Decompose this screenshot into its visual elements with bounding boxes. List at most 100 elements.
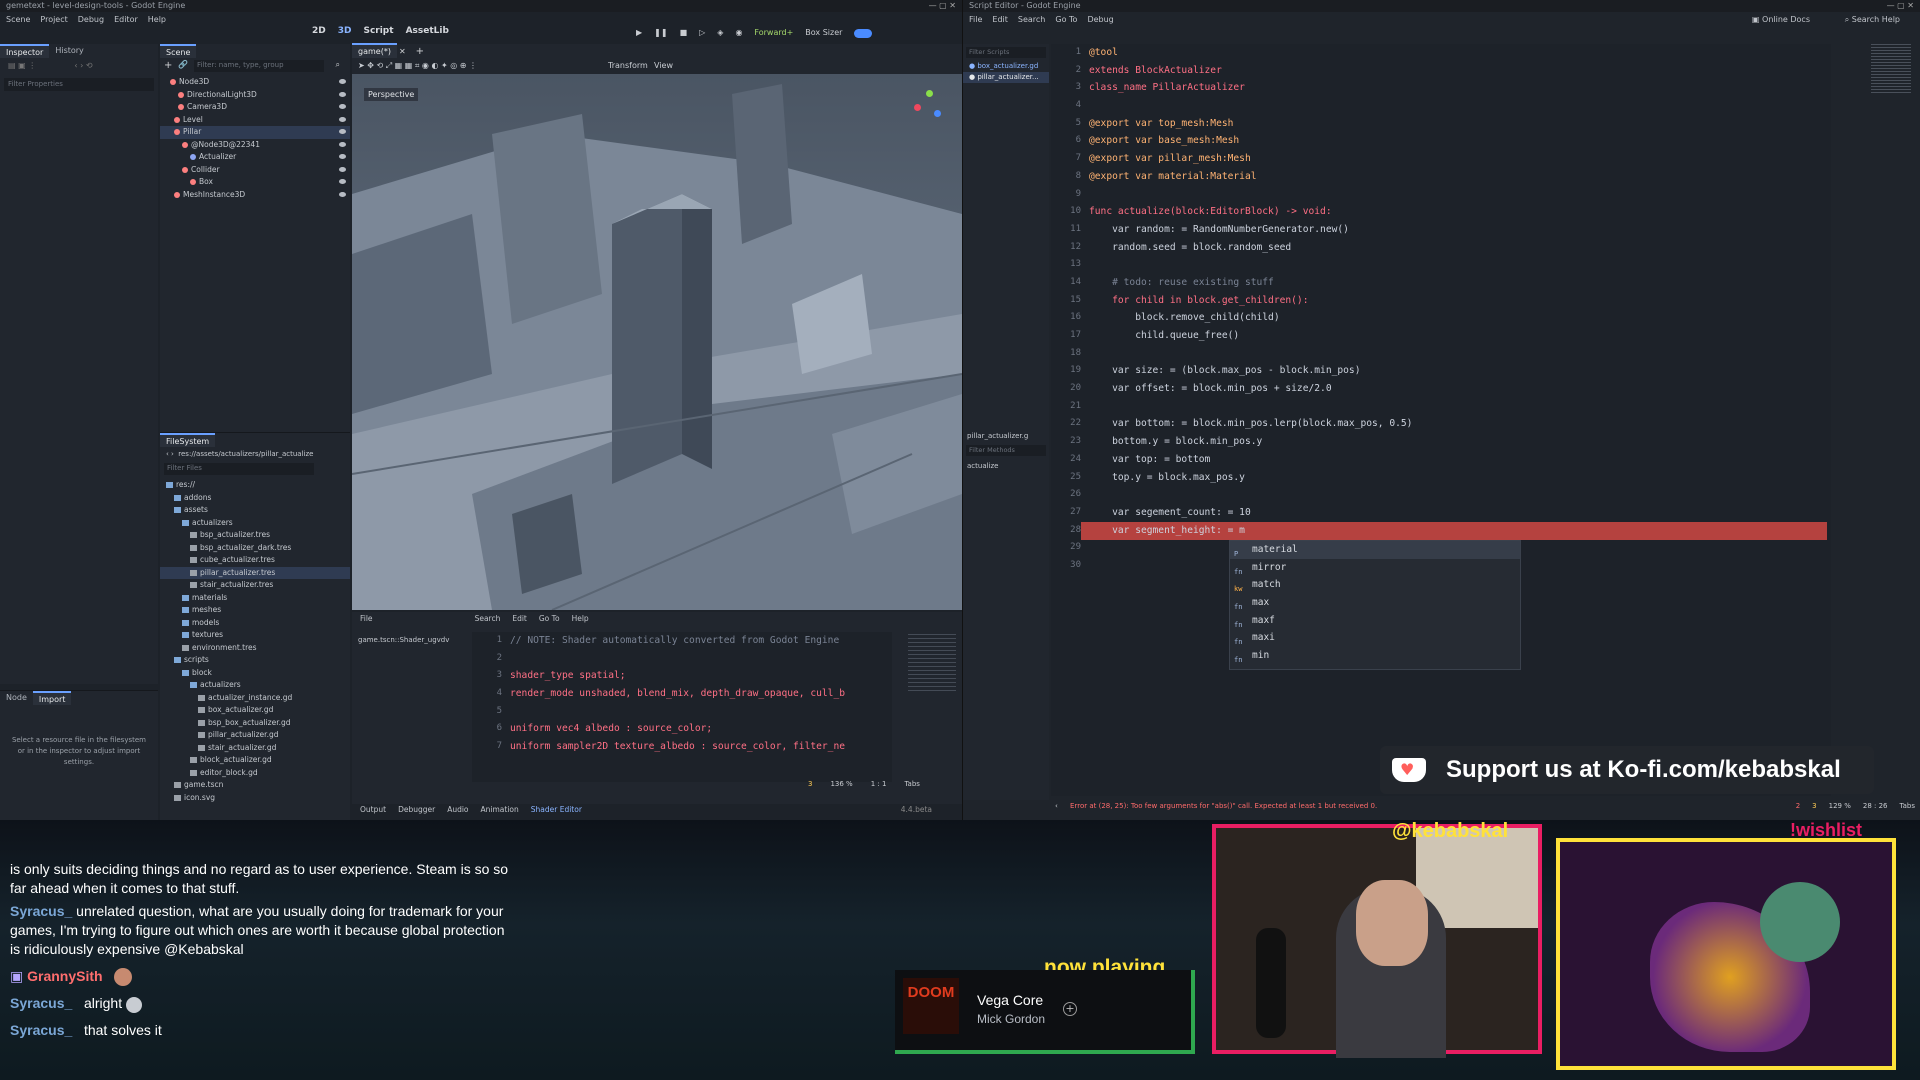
fs-file[interactable]: editor_block.gd [160,767,350,780]
fs-file[interactable]: block_actualizer.gd [160,754,350,767]
tab-audio[interactable]: Audio [447,802,468,818]
autocomplete-item[interactable]: fn min [1230,647,1520,665]
tab-inspector[interactable]: Inspector [0,44,50,58]
add-tab-icon[interactable]: + [416,46,424,57]
tree-node-mesh[interactable]: MeshInstance3D [160,189,350,202]
movie-icon[interactable]: ◉ [735,28,742,38]
stop-icon[interactable]: ■ [680,28,688,38]
fs-file[interactable]: actualizer_instance.gd [160,692,350,705]
add-node-icon[interactable]: + [164,60,172,71]
fs-filter-input[interactable]: Filter Files [164,463,314,475]
view-gizmo[interactable] [912,90,946,124]
tab-node[interactable]: Node [0,691,33,705]
shader-menu-edit[interactable]: Edit [512,612,527,626]
menu-help[interactable]: Help [148,12,166,28]
script-window-controls[interactable]: — ▢ ✕ [1887,0,1914,12]
viewport-3d[interactable]: game(*) ✕ + ➤ ✥ ⟲ ⤢ ▦ ▦ ⌗ ◉ ◐ ✦ ◎ ⊕ ⋮ Tr… [352,43,962,610]
tab-output[interactable]: Output [360,802,386,818]
fs-file[interactable]: box_actualizer.gd [160,704,350,717]
collapse-icon[interactable]: ‹ [1055,802,1058,810]
shader-menu-help[interactable]: Help [572,612,589,626]
fs-file[interactable]: bsp_actualizer.tres [160,529,350,542]
workspace-3d[interactable]: 3D [338,26,352,36]
warning-count[interactable]: 3 [808,780,812,788]
tree-node-actualizer[interactable]: Actualizer [160,151,350,164]
autocomplete-item[interactable]: fn max [1230,594,1520,612]
menu-debug[interactable]: Debug [78,12,104,28]
fs-file[interactable]: cube_actualizer.tres [160,554,350,567]
pause-icon[interactable]: ❚❚ [654,28,667,38]
shader-file-item[interactable]: game.tscn::Shader_ugvdv [358,636,449,644]
tree-node-camera[interactable]: Camera3D [160,101,350,114]
tree-node-node3d[interactable]: Node3D [160,76,350,89]
fs-file[interactable]: stair_actualizer.tres [160,579,350,592]
script-menu-goto[interactable]: Go To [1055,12,1077,28]
tab-animation[interactable]: Animation [481,802,519,818]
error-count[interactable]: 2 [1796,796,1800,816]
shader-code[interactable]: 1 // NOTE: Shader automatically converted… [472,632,892,782]
scene-filter-input[interactable]: Filter: name, type, group [194,60,324,72]
script-item-box[interactable]: ● box_actualizer.gd [963,61,1049,72]
workspace-assetlib[interactable]: AssetLib [406,26,449,36]
link-icon[interactable]: 🔗 [178,60,188,69]
tree-node-pillar[interactable]: Pillar [160,126,350,139]
box-sizer-label[interactable]: Box Sizer [805,28,842,38]
script-indent[interactable]: Tabs [1900,796,1916,816]
tree-node-inner[interactable]: @Node3D@22341 [160,139,350,152]
close-tab-icon[interactable]: ✕ [399,47,406,56]
autocomplete-item[interactable]: kw match [1230,576,1520,594]
search-help-link[interactable]: ⌕ Search Help [1845,12,1900,28]
fs-path[interactable]: res://assets/actualizers/pillar_actualiz… [178,450,313,458]
script-menu-search[interactable]: Search [1018,12,1045,28]
renderer-select[interactable]: Forward+ [754,28,793,38]
tree-node-level[interactable]: Level [160,114,350,127]
fs-folder[interactable]: scripts [160,654,350,667]
play-custom-icon[interactable]: ◈ [717,28,723,38]
tree-node-box[interactable]: Box [160,176,350,189]
fs-file[interactable]: bsp_box_actualizer.gd [160,717,350,730]
add-circle-icon[interactable]: + [1063,1002,1077,1016]
autocomplete-item[interactable]: Pmaterial [1230,541,1520,559]
script-menu-file[interactable]: File [969,12,982,28]
tab-filesystem[interactable]: FileSystem [160,433,216,447]
error-message[interactable]: Error at (28, 25): Too few arguments for… [1070,802,1377,810]
tab-scene[interactable]: Scene [160,44,197,58]
toggle-switch[interactable] [854,29,873,38]
fs-folder[interactable]: addons [160,492,350,505]
play-scene-icon[interactable]: ▷ [699,28,705,38]
perspective-label[interactable]: Perspective [364,88,419,101]
online-docs-link[interactable]: ▣ Online Docs [1752,12,1810,28]
tab-game-scene[interactable]: game(*) [352,43,397,59]
window-controls[interactable]: — ▢ ✕ [929,0,956,12]
tab-shader-editor[interactable]: Shader Editor [531,802,582,818]
fs-folder[interactable]: actualizers [160,517,350,530]
menu-view[interactable]: View [654,58,673,74]
autocomplete-item[interactable]: fn maxi [1230,629,1520,647]
tree-node-light[interactable]: DirectionalLight3D [160,89,350,102]
fs-folder[interactable]: materials [160,592,350,605]
tab-debugger[interactable]: Debugger [398,802,435,818]
fs-file[interactable]: stair_actualizer.gd [160,742,350,755]
autocomplete-item[interactable]: fn mirror [1230,559,1520,577]
fs-folder[interactable]: models [160,617,350,630]
shader-menu-file[interactable]: File [360,612,373,626]
fs-file[interactable]: environment.tres [160,642,350,655]
filter-methods-input[interactable]: Filter Methods [966,445,1046,456]
menu-editor[interactable]: Editor [114,12,138,28]
workspace-2d[interactable]: 2D [312,26,326,36]
fs-file[interactable]: pillar_actualizer.tres [160,566,350,579]
shader-menu-goto[interactable]: Go To [539,612,560,626]
zoom-level[interactable]: 136 % [830,780,852,788]
fs-folder[interactable]: block [160,667,350,680]
fs-file[interactable]: game.tscn [160,779,350,792]
workspace-script[interactable]: Script [363,26,393,36]
script-item-pillar[interactable]: ● pillar_actualizer... [963,72,1049,83]
menu-project[interactable]: Project [40,12,67,28]
fs-folder[interactable]: res:// [160,479,350,492]
menu-transform[interactable]: Transform [608,58,648,74]
method-actualize[interactable]: actualize [963,459,1049,473]
menu-scene[interactable]: Scene [6,12,30,28]
script-menu-debug[interactable]: Debug [1087,12,1113,28]
fs-folder[interactable]: actualizers [160,679,350,692]
fs-file[interactable]: icon.svg [160,792,350,805]
